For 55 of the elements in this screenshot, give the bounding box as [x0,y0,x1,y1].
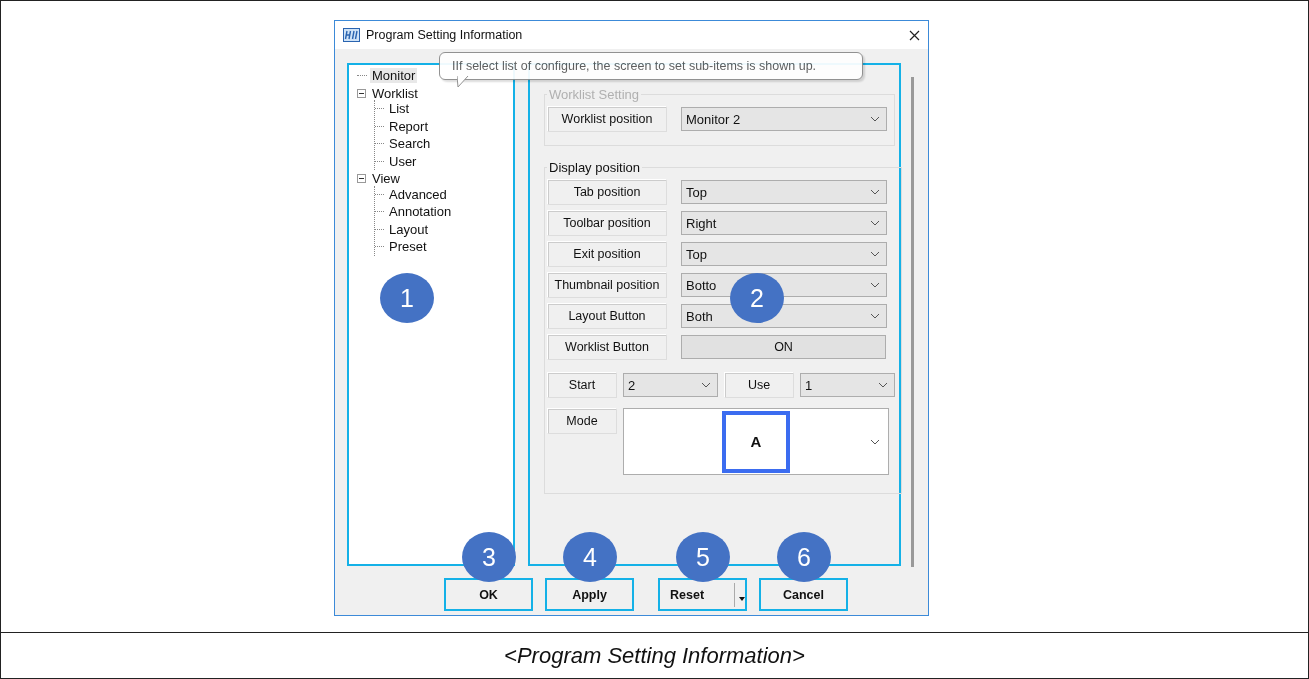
field-label: Toolbar position [547,210,667,236]
tree-item[interactable]: View [370,171,402,187]
split-button[interactable]: Reset [658,578,747,611]
dialog-button[interactable]: Cancel [759,578,848,611]
field-label: Worklist Button [547,334,667,360]
tree-item[interactable]: Worklist [370,85,420,101]
tree-item[interactable]: Search [387,136,433,152]
field-label: Use [724,372,794,398]
tree-item[interactable]: Layout [387,221,431,237]
tree-item[interactable]: Annotation [387,204,454,220]
tree-item[interactable]: Advanced [387,186,449,202]
caret-down-icon[interactable] [739,596,745,601]
field-label: Exit position [547,241,667,267]
dropdown[interactable]: A [623,408,889,475]
dropdown[interactable]: 2 [623,373,718,397]
chevron-down-icon [870,439,880,445]
field-label: Layout Button [547,303,667,329]
chevron-down-icon [870,189,880,195]
chevron-down-icon [701,382,711,388]
toggle-button[interactable]: ON [681,335,886,359]
callout-marker: 1 [380,273,434,323]
field-label: Mode [547,408,617,434]
group-title: Worklist Setting [548,87,641,102]
dialog-button[interactable]: Apply [545,578,634,611]
tree-item[interactable]: Monitor [370,68,418,84]
close-icon[interactable] [909,29,920,41]
collapse-icon[interactable] [357,174,366,184]
field-label: Thumbnail position [547,272,667,298]
callout-marker: 6 [777,532,831,582]
chevron-down-icon [878,382,888,388]
chevron-down-icon [870,313,880,319]
field-label: Start [547,372,617,398]
field-label: Worklist position [547,106,667,132]
dropdown[interactable]: Top [681,242,887,266]
collapse-icon[interactable] [357,88,366,98]
tree-item[interactable]: Preset [387,239,429,255]
chevron-down-icon [870,282,880,288]
tree-item[interactable]: User [387,153,419,169]
group-title: Display position [548,160,642,175]
field-label: Tab position [547,179,667,205]
dropdown[interactable]: Monitor 2 [681,107,887,131]
app-logo-icon [343,28,360,42]
figure-caption: <Program Setting Information> [503,641,806,670]
window-title: Program Setting Information [366,28,524,42]
callout-marker: 5 [676,532,730,582]
callout-marker: 4 [563,532,617,582]
tree-item[interactable]: Report [387,118,431,134]
chevron-down-icon [870,251,880,257]
chevron-down-icon [870,220,880,226]
chevron-down-icon [870,116,880,122]
tree-item[interactable]: List [387,101,412,117]
dropdown[interactable]: 1 [800,373,895,397]
dropdown[interactable]: Top [681,180,887,204]
dialog-button[interactable]: OK [444,578,533,611]
dropdown[interactable]: Right [681,211,887,235]
